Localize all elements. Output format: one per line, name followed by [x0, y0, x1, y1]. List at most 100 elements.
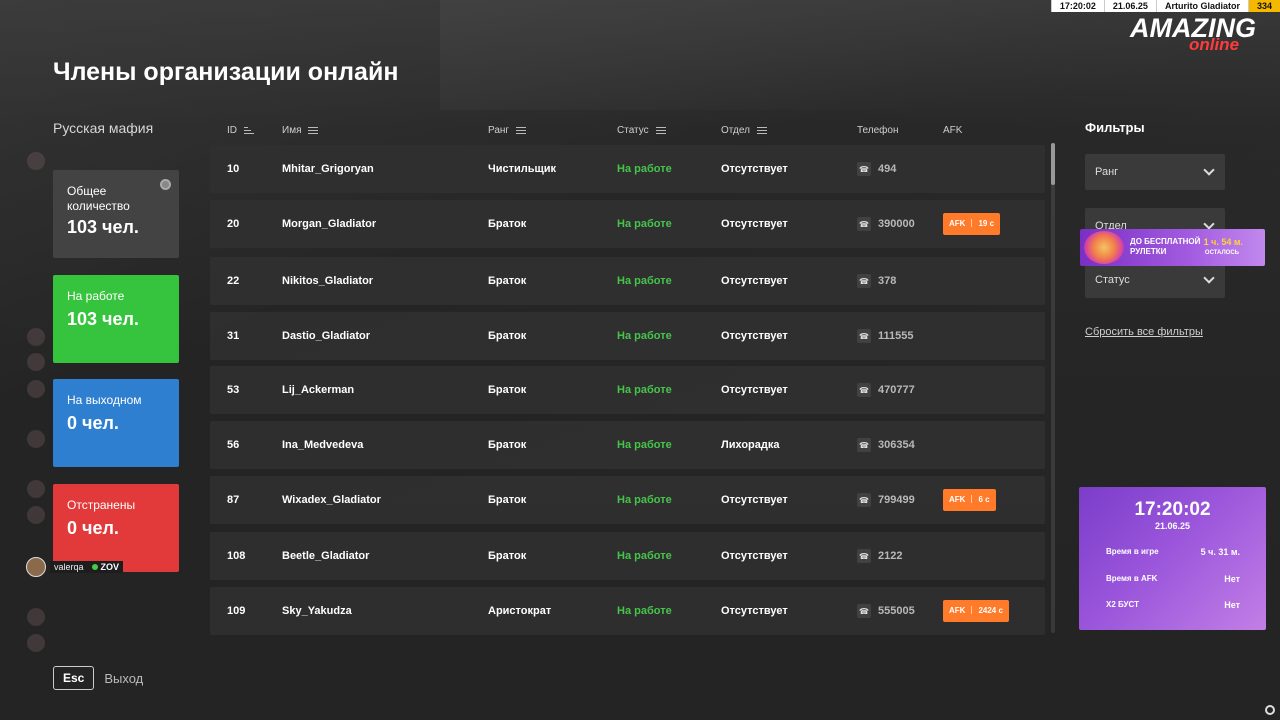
cell-department: Отсутствует [721, 163, 788, 175]
esc-key[interactable]: Esc [53, 666, 95, 690]
cell-phone: ☎ 111555 [857, 312, 914, 360]
chat-avatar [27, 634, 45, 652]
stat-card-working[interactable]: На работе 103 чел. [53, 275, 179, 363]
stat-day-off-value: 0 чел. [67, 413, 119, 433]
stat-card-day-off[interactable]: На выходном 0 чел. [53, 379, 179, 467]
phone-icon: ☎ [857, 329, 871, 343]
page-title: Члены организации онлайн [53, 58, 399, 86]
table-row[interactable]: 22 Nikitos_Gladiator Браток На работе От… [210, 257, 1045, 305]
cell-id: 31 [227, 330, 240, 342]
table-row[interactable]: 53 Lij_Ackerman Браток На работе Отсутст… [210, 366, 1045, 414]
cell-name: Mhitar_Grigoryan [282, 163, 374, 175]
afk-prefix: AFK [949, 606, 966, 615]
col-header-name[interactable]: Имя [282, 125, 319, 136]
cell-rank: Браток [488, 550, 527, 562]
chevron-down-icon [1203, 164, 1215, 176]
exit-label[interactable]: Выход [104, 671, 143, 686]
afk-time: 2424 с [978, 606, 1003, 615]
cell-id: 87 [227, 494, 240, 506]
filter-status-label: Статус [1095, 274, 1130, 286]
col-header-id[interactable]: ID [227, 125, 254, 136]
afk-badge: AFK 6 с [943, 489, 996, 511]
cell-afk: AFK 19 с [943, 200, 1001, 248]
col-header-department[interactable]: Отдел [721, 125, 767, 136]
table-header: ID Имя Ранг Статус Отдел Телефон AFK [210, 125, 1045, 139]
col-header-status[interactable]: Статус [617, 125, 666, 136]
user-tag: valerqa ZOV [26, 557, 124, 577]
table-row[interactable]: 31 Dastio_Gladiator Браток На работе Отс… [210, 312, 1045, 360]
cell-phone: ☎ 2122 [857, 532, 902, 580]
user-tag-clan-text: ZOV [100, 562, 120, 572]
stat-total-value: 103 чел. [67, 217, 139, 237]
top-hud: 17:20:02 21.06.25 Arturito Gladiator 334 [1050, 0, 1280, 12]
table-row[interactable]: 87 Wixadex_Gladiator Браток На работе От… [210, 476, 1045, 524]
cell-id: 109 [227, 605, 246, 617]
cell-rank: Браток [488, 439, 527, 451]
sort-icon[interactable] [655, 125, 666, 136]
cell-afk: AFK 2424 с [943, 587, 1009, 635]
afk-label: Время в AFK [1106, 574, 1158, 583]
table-row[interactable]: 20 Morgan_Gladiator Браток На работе Отс… [210, 200, 1045, 248]
in-game-label: Время в игре [1106, 547, 1159, 556]
stat-suspended-label: Отстранены [67, 498, 136, 512]
reset-filters-link[interactable]: Сбросить все фильтры [1085, 326, 1203, 338]
cell-status: На работе [617, 494, 672, 506]
cell-phone-value: 378 [878, 275, 897, 287]
cell-afk: AFK 6 с [943, 476, 996, 524]
sort-icon[interactable] [308, 125, 319, 136]
cell-phone-value: 2122 [878, 550, 903, 562]
cell-status: На работе [617, 605, 672, 617]
cell-rank: Браток [488, 275, 527, 287]
cell-rank: Браток [488, 330, 527, 342]
stat-card-total: Общее количество 103 чел. [53, 170, 179, 258]
cell-department: Отсутствует [721, 550, 788, 562]
scrollbar-thumb[interactable] [1051, 143, 1055, 185]
chat-avatar [27, 152, 45, 170]
col-header-rank[interactable]: Ранг [488, 125, 527, 136]
cell-name: Morgan_Gladiator [282, 218, 377, 230]
cell-id: 108 [227, 550, 246, 562]
table-row[interactable]: 109 Sky_Yakudza Аристократ На работе Отс… [210, 587, 1045, 635]
chat-avatar [27, 506, 45, 524]
table-row[interactable]: 108 Beetle_Gladiator Браток На работе От… [210, 532, 1045, 580]
cell-rank: Чистильщик [488, 163, 557, 175]
cell-phone-value: 494 [878, 163, 897, 175]
toggle-dot-icon[interactable] [160, 179, 171, 190]
cell-phone: ☎ 470777 [857, 366, 915, 414]
hud-player: Arturito Gladiator [1155, 0, 1248, 12]
filter-status-select[interactable]: Статус [1085, 262, 1225, 298]
cell-rank: Браток [488, 218, 527, 230]
sort-icon[interactable] [516, 125, 527, 136]
cell-rank: Браток [488, 494, 527, 506]
cell-name: Ina_Medvedeva [282, 439, 364, 451]
scrollbar-track[interactable] [1051, 143, 1055, 633]
phone-icon: ☎ [857, 604, 871, 618]
promo-note: ОСТАЛОСЬ [1204, 250, 1239, 256]
phone-icon: ☎ [857, 274, 871, 288]
hud-date: 21.06.25 [1103, 0, 1156, 12]
cell-name: Nikitos_Gladiator [282, 275, 374, 287]
col-header-phone: Телефон [857, 125, 898, 136]
afk-time: 6 с [978, 495, 990, 504]
col-header-afk-label: AFK [943, 125, 963, 136]
cell-status: На работе [617, 275, 672, 287]
chat-avatar [27, 608, 45, 626]
cell-phone-value: 555005 [878, 605, 915, 617]
sort-icon[interactable] [244, 125, 254, 136]
avatar [26, 557, 46, 577]
in-game-time-line: Время в игре 5 ч. 31 м. [1106, 547, 1240, 557]
table-row[interactable]: 10 Mhitar_Grigoryan Чистильщик На работе… [210, 145, 1045, 193]
cell-id: 56 [227, 439, 240, 451]
filter-rank-label: Ранг [1095, 166, 1119, 178]
phone-icon: ☎ [857, 217, 871, 231]
table-row[interactable]: 56 Ina_Medvedeva Браток На работе Лихора… [210, 421, 1045, 469]
filter-rank-select[interactable]: Ранг [1085, 154, 1225, 190]
chat-avatar [27, 328, 45, 346]
sort-icon[interactable] [756, 125, 767, 136]
col-header-id-label: ID [227, 125, 237, 136]
afk-badge: AFK 19 с [943, 213, 1001, 235]
settings-icon[interactable] [1265, 705, 1275, 715]
roulette-promo-banner[interactable]: ДО БЕСПЛАТНОЙ РУЛЕТКИ 1 ч. 54 м. ОСТАЛОС… [1080, 229, 1265, 266]
exit-control[interactable]: Esc Выход [53, 666, 143, 690]
organization-name: Русская мафия [53, 120, 154, 136]
